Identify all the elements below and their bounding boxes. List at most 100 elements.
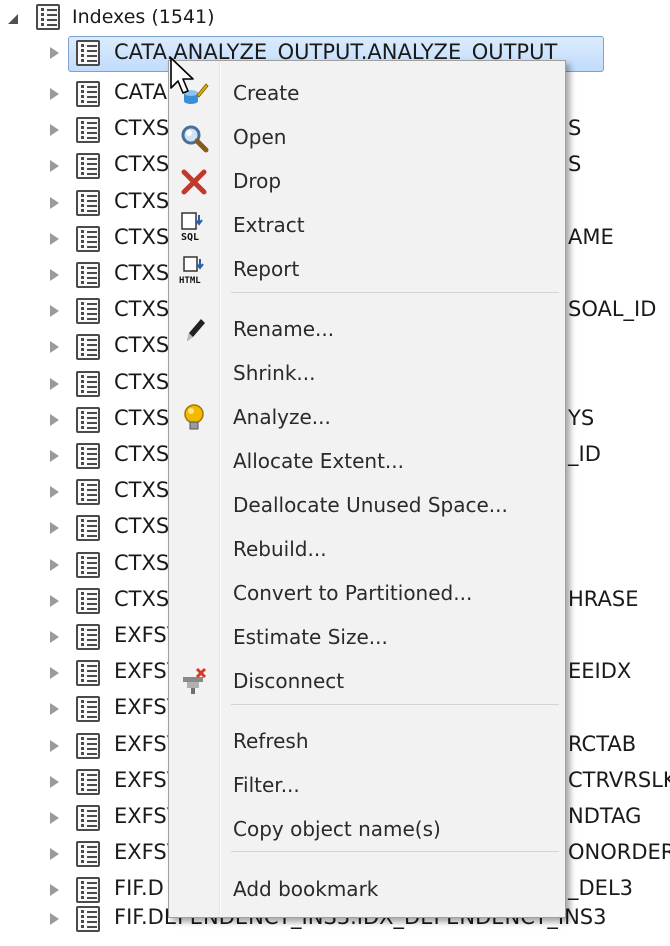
expand-arrow-icon[interactable] bbox=[50, 47, 59, 59]
tree-row-label-tail: _DEL3 bbox=[568, 876, 633, 901]
index-icon bbox=[76, 370, 100, 397]
menu-item-copy-object-name-s[interactable]: Copy object name(s) bbox=[169, 809, 565, 849]
expand-arrow-icon[interactable] bbox=[50, 739, 59, 752]
expand-arrow-icon[interactable] bbox=[50, 558, 59, 571]
expand-arrow-icon[interactable] bbox=[50, 486, 59, 499]
report-html-icon: HTML bbox=[179, 255, 209, 286]
index-icon bbox=[76, 696, 100, 723]
tree-row-label: CTXS bbox=[114, 188, 170, 213]
menu-item-deallocate-unused-space[interactable]: Deallocate Unused Space... bbox=[169, 485, 565, 525]
tree-row-label: CTXS bbox=[114, 224, 170, 249]
expand-arrow-icon[interactable] bbox=[50, 413, 59, 426]
tree-row-label-tail: NDTAG bbox=[568, 804, 642, 828]
expand-arrow-icon[interactable] bbox=[50, 522, 59, 535]
expand-arrow-icon[interactable] bbox=[50, 594, 59, 607]
index-icon bbox=[76, 225, 100, 252]
tree-row-label: CTXS bbox=[114, 261, 170, 285]
index-icon bbox=[76, 732, 100, 759]
tree-row-label: CTXS bbox=[114, 333, 170, 358]
index-icon bbox=[76, 877, 100, 904]
expand-arrow-icon[interactable] bbox=[50, 631, 59, 643]
tree-row-label: CTXS bbox=[114, 478, 170, 503]
tree-row-label: CTXS bbox=[114, 152, 170, 177]
menu-item-rebuild[interactable]: Rebuild... bbox=[169, 529, 565, 569]
menu-separator bbox=[231, 704, 559, 705]
menu-item-label: Create bbox=[233, 81, 300, 105]
menu-item-label: Analyze... bbox=[233, 405, 331, 429]
expand-arrow-icon[interactable] bbox=[50, 667, 59, 680]
open-icon bbox=[179, 123, 209, 153]
menu-separator bbox=[231, 851, 559, 852]
expand-arrow-icon[interactable] bbox=[50, 450, 59, 462]
mouse-pointer-icon bbox=[170, 57, 194, 94]
menu-item-open[interactable]: Open bbox=[169, 117, 565, 157]
expand-arrow-icon[interactable] bbox=[50, 196, 59, 209]
expand-arrow-icon[interactable] bbox=[50, 703, 59, 716]
expand-arrow-icon[interactable] bbox=[50, 160, 59, 173]
menu-item-analyze[interactable]: Analyze... bbox=[169, 397, 565, 437]
expand-arrow-icon[interactable] bbox=[50, 775, 59, 788]
expand-arrow-icon[interactable] bbox=[50, 269, 59, 281]
tree-root-label: Indexes (1541) bbox=[72, 6, 215, 28]
menu-item-label: Report bbox=[233, 257, 300, 281]
index-icon bbox=[76, 117, 100, 144]
index-icon bbox=[76, 298, 100, 325]
expand-arrow-icon[interactable] bbox=[50, 305, 59, 318]
menu-item-add-bookmark[interactable]: Add bookmark bbox=[169, 869, 565, 909]
menu-item-drop[interactable]: Drop bbox=[169, 161, 565, 201]
expand-arrow-icon[interactable] bbox=[50, 88, 59, 100]
menu-item-label: Deallocate Unused Space... bbox=[233, 493, 508, 517]
expand-arrow-icon[interactable] bbox=[50, 232, 59, 245]
index-icon bbox=[76, 334, 100, 361]
svg-text:SQL: SQL bbox=[181, 232, 199, 241]
tree-row-label-tail: HRASE bbox=[568, 586, 639, 611]
index-icon bbox=[76, 841, 100, 868]
menu-item-report[interactable]: HTML Report bbox=[169, 249, 565, 289]
menu-item-convert-to-partitioned[interactable]: Convert to Partitioned... bbox=[169, 573, 565, 613]
tree-row-label: CATA bbox=[114, 80, 167, 104]
menu-item-label: Add bookmark bbox=[233, 877, 379, 901]
menu-item-allocate-extent[interactable]: Allocate Extent... bbox=[169, 441, 565, 481]
menu-item-label: Shrink... bbox=[233, 361, 316, 385]
menu-item-shrink[interactable]: Shrink... bbox=[169, 353, 565, 393]
expand-arrow-icon[interactable] bbox=[50, 884, 59, 897]
menu-item-estimate-size[interactable]: Estimate Size... bbox=[169, 617, 565, 657]
index-icon bbox=[76, 551, 100, 578]
context-menu: Create Open Drop SQL Extract HTML Report Rename… bbox=[168, 60, 566, 918]
tree-row-label: CTXS bbox=[114, 550, 170, 575]
tree-row-label-tail: AME bbox=[568, 224, 614, 249]
tree-row-label-tail: SOAL_ID bbox=[568, 297, 657, 322]
collapse-arrow-icon[interactable] bbox=[8, 14, 18, 24]
tree-row-label-tail: S bbox=[568, 152, 582, 177]
menu-item-refresh[interactable]: Refresh bbox=[169, 721, 565, 761]
menu-item-filter[interactable]: Filter... bbox=[169, 765, 565, 805]
menu-item-label: Extract bbox=[233, 213, 305, 237]
index-icon bbox=[76, 515, 100, 542]
expand-arrow-icon[interactable] bbox=[50, 341, 59, 354]
menu-separator bbox=[231, 292, 559, 293]
drop-icon bbox=[179, 167, 209, 197]
rename-pencil-icon bbox=[179, 315, 209, 345]
menu-item-extract[interactable]: SQL Extract bbox=[169, 205, 565, 245]
tree-row-label: CTXS bbox=[114, 442, 170, 466]
index-icon bbox=[76, 406, 100, 433]
expand-arrow-icon[interactable] bbox=[50, 124, 59, 137]
index-icon bbox=[76, 40, 100, 66]
svg-text:HTML: HTML bbox=[179, 276, 201, 285]
expand-arrow-icon[interactable] bbox=[50, 848, 59, 861]
menu-item-label: Rename... bbox=[233, 317, 335, 341]
menu-item-label: Drop bbox=[233, 169, 282, 193]
menu-item-disconnect[interactable]: Disconnect bbox=[169, 661, 565, 701]
tree-row-label: CTXS bbox=[114, 297, 170, 322]
menu-item-create[interactable]: Create bbox=[169, 73, 565, 113]
expand-arrow-icon[interactable] bbox=[50, 377, 59, 390]
tree-row-label: CTXS bbox=[114, 586, 170, 611]
expand-arrow-icon[interactable] bbox=[50, 913, 59, 925]
tree-row-label-tail: RCTAB bbox=[568, 731, 637, 756]
index-icon bbox=[76, 81, 100, 107]
expand-arrow-icon[interactable] bbox=[50, 812, 59, 824]
index-folder-icon bbox=[36, 4, 60, 30]
menu-item-rename[interactable]: Rename... bbox=[169, 309, 565, 349]
menu-item-label: Filter... bbox=[233, 773, 300, 797]
analyze-bulb-icon bbox=[179, 403, 209, 433]
